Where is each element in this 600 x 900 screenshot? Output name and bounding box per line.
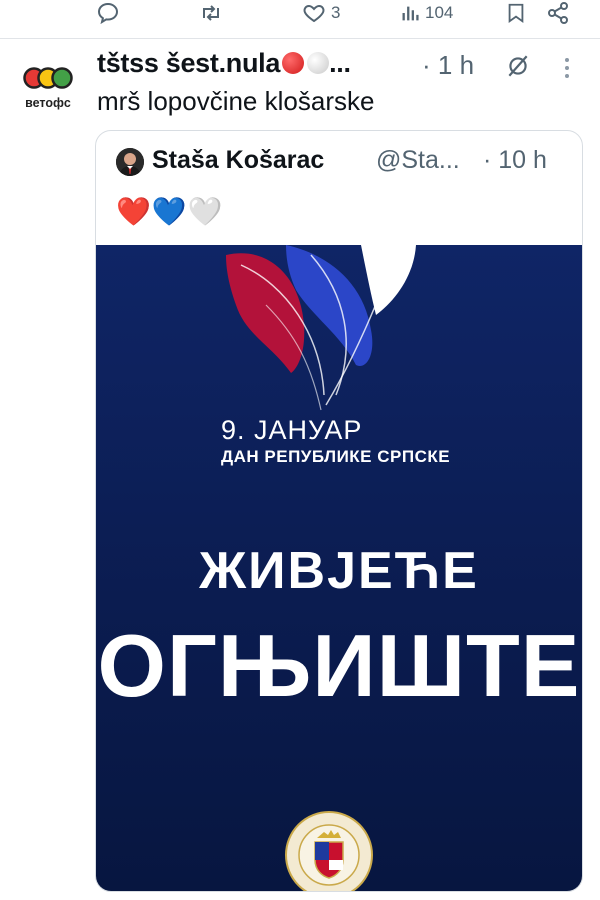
quoted-author-name[interactable]: Staša Košarac: [152, 146, 324, 175]
image-date: 9. ЈАНУАР: [221, 415, 363, 445]
previous-tweet-actions: 3 104: [0, 0, 600, 30]
quoted-text: ❤️💙🤍: [116, 196, 224, 227]
heart-icon: [303, 4, 325, 23]
author-name: tštss šest.nula: [97, 48, 281, 78]
retweet-icon: [203, 5, 219, 21]
image-headline-2: ОГЊИШТЕ: [97, 616, 581, 715]
quoted-avatar[interactable]: [116, 148, 144, 176]
quoted-handle[interactable]: @Sta...: [376, 146, 460, 175]
like-count: 3: [331, 3, 341, 22]
share-button[interactable]: [546, 0, 570, 26]
quoted-tweet[interactable]: Staša Košarac @Sta... · 10 h ❤️💙🤍 9. ЈАН…: [95, 130, 583, 892]
image-headline-1: ЖИВЈЕЋЕ: [199, 542, 479, 600]
share-icon: [548, 2, 568, 24]
avatar-logo: ветофс: [23, 67, 73, 110]
tweet-divider: [0, 38, 600, 39]
tweet-text: mrš lopovčine klošarske: [97, 86, 375, 116]
quoted-time[interactable]: · 10 h: [483, 146, 547, 175]
reply-button[interactable]: [95, 0, 124, 26]
more-options-button[interactable]: [562, 56, 572, 85]
avatar-label: ветофс: [25, 96, 71, 110]
views-icon: [402, 6, 419, 21]
coat-of-arms-emblem: [285, 811, 373, 891]
views-button[interactable]: 104: [400, 0, 453, 26]
tweet-header: tštss šest.nula... · 1 h: [97, 48, 597, 88]
person-icon: [116, 148, 144, 176]
bookmark-icon: [508, 3, 524, 24]
quoted-image[interactable]: 9. ЈАНУАР ДАН РЕПУБЛИКЕ СРПСКЕ ЖИВЈЕЋЕ О…: [96, 245, 582, 891]
author-name-ellipsis: ...: [329, 48, 351, 78]
white-circle-icon: [307, 52, 330, 74]
flag-flame-graphic: [226, 245, 416, 411]
reply-icon: [97, 2, 119, 25]
more-vertical-icon: [565, 58, 569, 78]
bookmark-button[interactable]: [505, 0, 527, 26]
like-button[interactable]: 3: [300, 0, 340, 26]
author-name-row[interactable]: tštss šest.nula...: [97, 48, 351, 79]
grok-button[interactable]: [505, 53, 531, 84]
retweet-button[interactable]: [197, 0, 225, 26]
tweet-time[interactable]: · 1 h: [422, 50, 474, 81]
avatar[interactable]: ветофс: [20, 62, 76, 114]
grok-icon: [508, 55, 528, 77]
views-count: 104: [425, 3, 454, 22]
image-subtitle: ДАН РЕПУБЛИКЕ СРПСКЕ: [221, 447, 451, 466]
red-circle-icon: [282, 52, 305, 74]
